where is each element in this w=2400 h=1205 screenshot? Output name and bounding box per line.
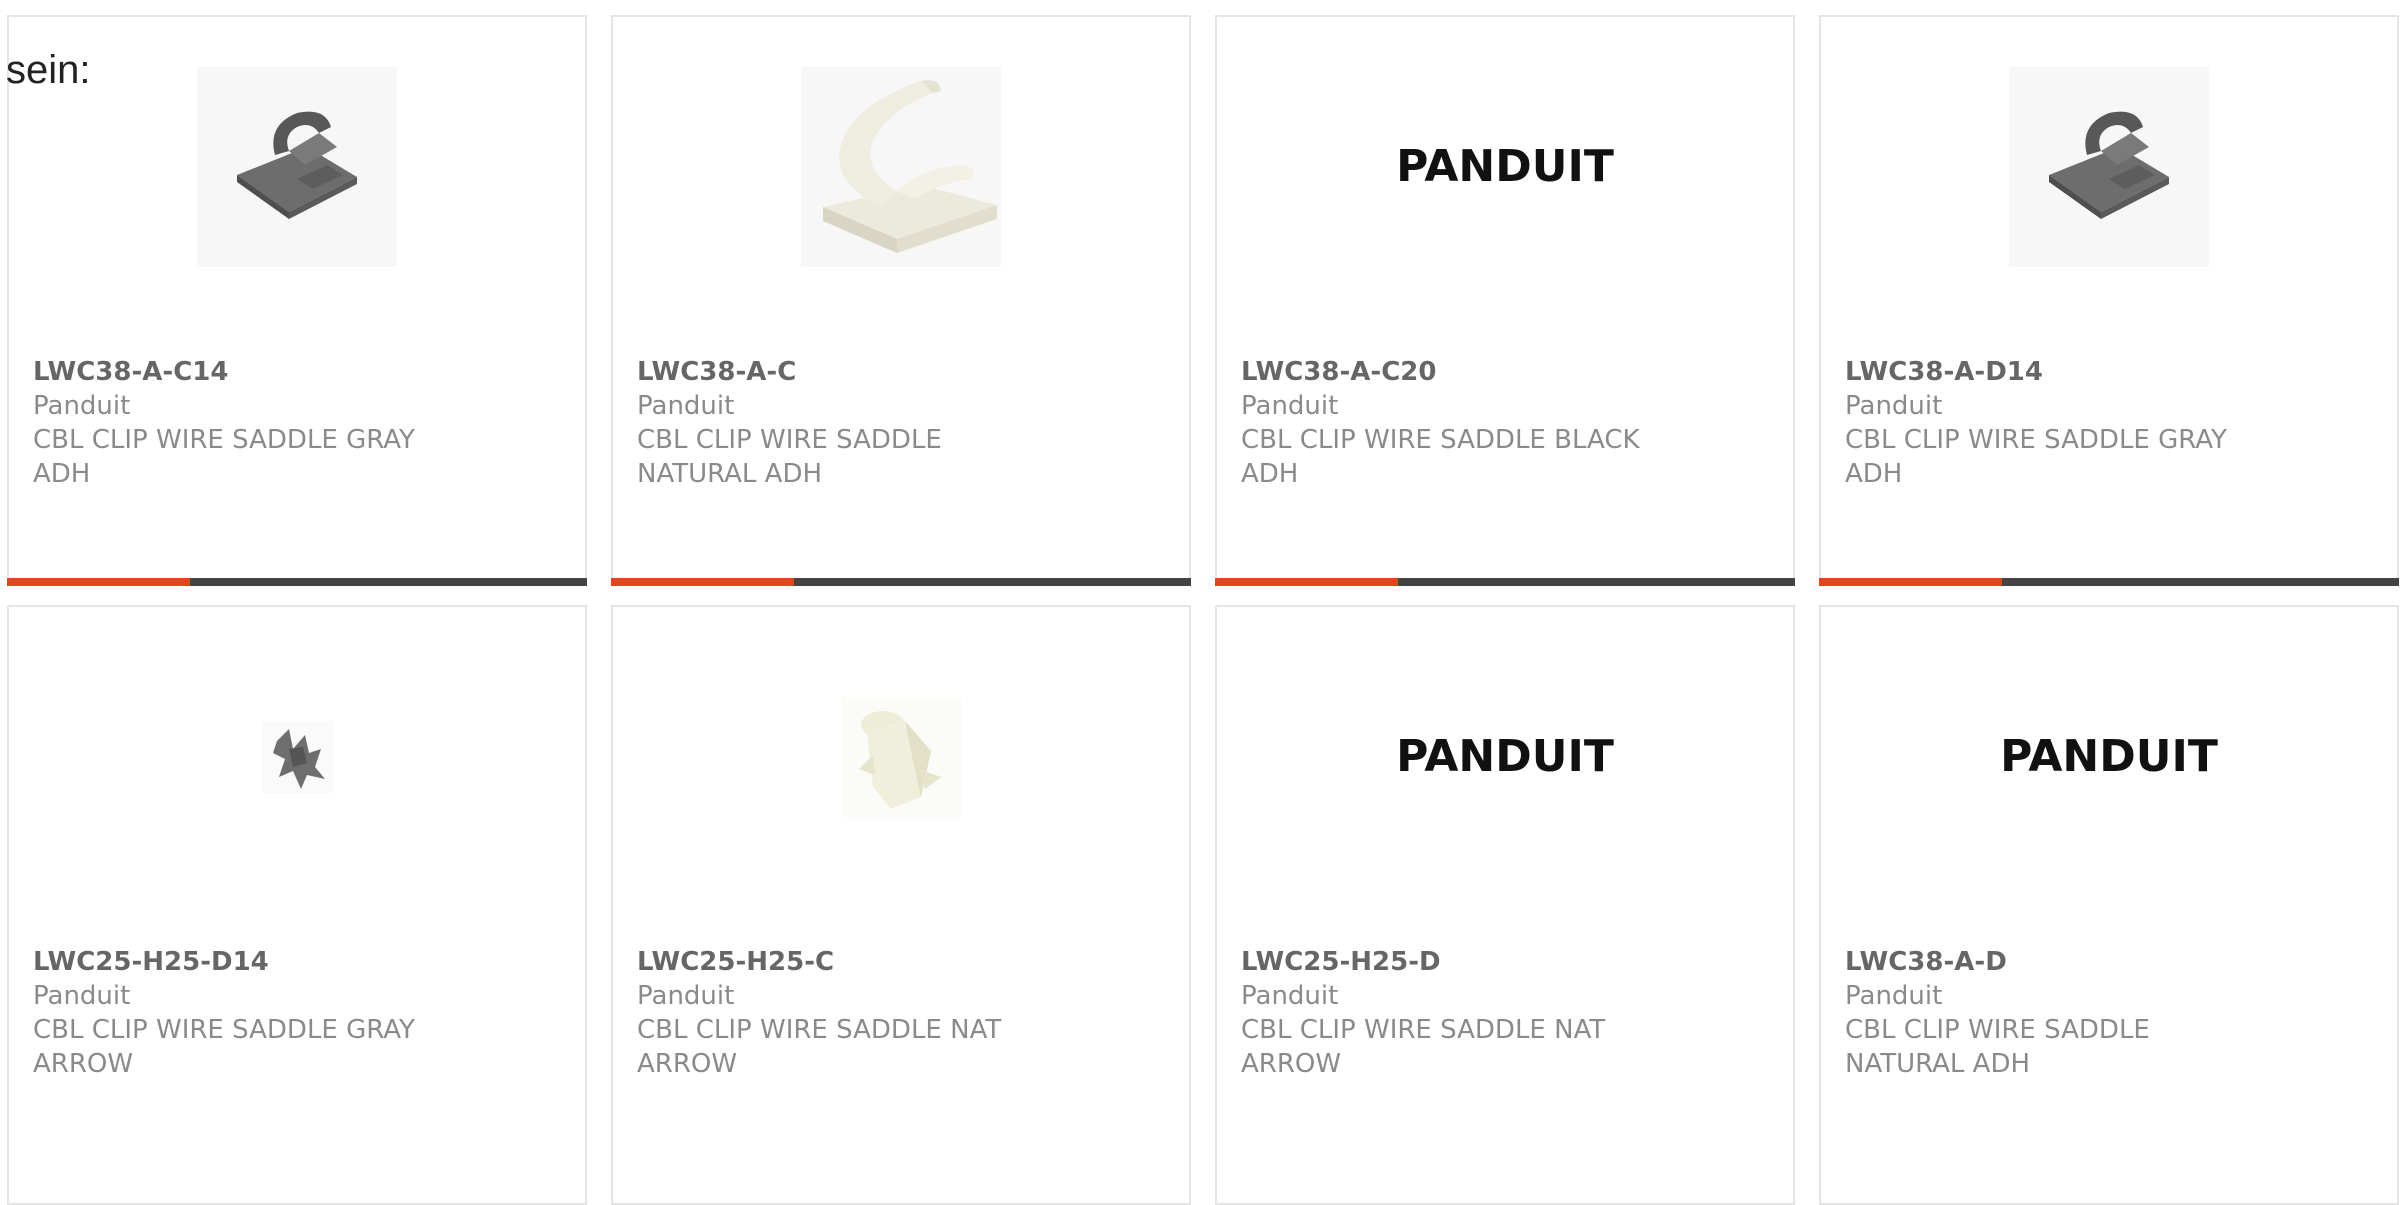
product-info: LWC25-H25-C Panduit CBL CLIP WIRE SADDLE… bbox=[637, 945, 1037, 1081]
product-info: LWC25-H25-D14 Panduit CBL CLIP WIRE SADD… bbox=[33, 945, 433, 1081]
product-image[interactable] bbox=[613, 67, 1189, 267]
part-number[interactable]: LWC38-A-C bbox=[637, 355, 1037, 389]
part-number[interactable]: LWC25-H25-D14 bbox=[33, 945, 433, 979]
product-image[interactable] bbox=[9, 67, 585, 267]
description-line: ARROW bbox=[33, 1049, 134, 1079]
brand-name: Panduit bbox=[637, 981, 735, 1011]
part-number[interactable]: LWC38-A-C20 bbox=[1241, 355, 1641, 389]
product-image[interactable] bbox=[9, 657, 585, 857]
description-line: CBL CLIP WIRE SADDLE GRAY bbox=[33, 425, 415, 455]
progress-bar bbox=[7, 578, 587, 586]
product-card[interactable]: LWC25-H25-D14 Panduit CBL CLIP WIRE SADD… bbox=[7, 605, 587, 1205]
description-line: CBL CLIP WIRE SADDLE NAT bbox=[637, 1015, 1002, 1045]
progress-bar bbox=[611, 578, 1191, 586]
description-line: ARROW bbox=[637, 1049, 738, 1079]
description-line: ARROW bbox=[1241, 1049, 1342, 1079]
natural-adhesive-clip-image bbox=[801, 67, 1001, 267]
product-image[interactable]: PANDUIT bbox=[1217, 67, 1793, 267]
progress-bar-fill bbox=[1215, 578, 1398, 586]
progress-bar-fill bbox=[1819, 578, 2002, 586]
brand-name: Panduit bbox=[1845, 391, 1943, 421]
progress-bar bbox=[1215, 578, 1795, 586]
brand-name: Panduit bbox=[1241, 981, 1339, 1011]
product-info: LWC38-A-C20 Panduit CBL CLIP WIRE SADDLE… bbox=[1241, 355, 1641, 491]
svg-text:PANDUIT: PANDUIT bbox=[1396, 731, 1614, 782]
product-card[interactable]: PANDUIT LWC25-H25-D Panduit CBL CLIP WIR… bbox=[1215, 605, 1795, 1205]
brand-name: Panduit bbox=[33, 981, 131, 1011]
brand-name: Panduit bbox=[1845, 981, 1943, 1011]
gray-arrow-clip-image bbox=[261, 721, 333, 793]
description-line: NATURAL ADH bbox=[1845, 1049, 2031, 1079]
part-number[interactable]: LWC38-A-D bbox=[1845, 945, 2245, 979]
intro-text: sein: bbox=[6, 48, 91, 92]
part-number[interactable]: LWC38-A-C14 bbox=[33, 355, 433, 389]
description-line: CBL CLIP WIRE SADDLE GRAY bbox=[1845, 425, 2227, 455]
panduit-logo: PANDUIT bbox=[1396, 141, 1614, 192]
part-number[interactable]: LWC25-H25-D bbox=[1241, 945, 1641, 979]
description-line: ADH bbox=[33, 459, 91, 489]
description-line: NATURAL ADH bbox=[637, 459, 823, 489]
panduit-logo: PANDUIT bbox=[1396, 731, 1614, 782]
gray-adhesive-clip-image bbox=[197, 67, 397, 267]
natural-arrow-clip-image bbox=[841, 697, 961, 817]
product-image[interactable]: PANDUIT bbox=[1217, 657, 1793, 857]
product-info: LWC38-A-C14 Panduit CBL CLIP WIRE SADDLE… bbox=[33, 355, 433, 491]
brand-name: Panduit bbox=[33, 391, 131, 421]
product-card[interactable]: LWC25-H25-C Panduit CBL CLIP WIRE SADDLE… bbox=[611, 605, 1191, 1205]
product-card[interactable]: PANDUIT LWC38-A-C20 Panduit CBL CLIP WIR… bbox=[1215, 15, 1795, 586]
product-info: LWC38-A-C Panduit CBL CLIP WIRE SADDLE N… bbox=[637, 355, 1037, 491]
product-card[interactable]: PANDUIT LWC38-A-D Panduit CBL CLIP WIRE … bbox=[1819, 605, 2399, 1205]
product-card[interactable]: LWC38-A-C14 Panduit CBL CLIP WIRE SADDLE… bbox=[7, 15, 587, 586]
progress-bar bbox=[1819, 578, 2399, 586]
part-number[interactable]: LWC25-H25-C bbox=[637, 945, 1037, 979]
progress-bar-fill bbox=[611, 578, 794, 586]
gray-adhesive-clip-image bbox=[2009, 67, 2209, 267]
description-line: ADH bbox=[1845, 459, 1903, 489]
svg-text:PANDUIT: PANDUIT bbox=[2000, 731, 2218, 782]
description-line: CBL CLIP WIRE SADDLE bbox=[637, 425, 942, 455]
brand-name: Panduit bbox=[1241, 391, 1339, 421]
product-info: LWC25-H25-D Panduit CBL CLIP WIRE SADDLE… bbox=[1241, 945, 1641, 1081]
product-card[interactable]: LWC38-A-C Panduit CBL CLIP WIRE SADDLE N… bbox=[611, 15, 1191, 586]
svg-text:PANDUIT: PANDUIT bbox=[1396, 141, 1614, 192]
product-info: LWC38-A-D14 Panduit CBL CLIP WIRE SADDLE… bbox=[1845, 355, 2245, 491]
description-line: CBL CLIP WIRE SADDLE BLACK bbox=[1241, 425, 1640, 455]
product-info: LWC38-A-D Panduit CBL CLIP WIRE SADDLE N… bbox=[1845, 945, 2245, 1081]
description-line: CBL CLIP WIRE SADDLE GRAY bbox=[33, 1015, 415, 1045]
part-number[interactable]: LWC38-A-D14 bbox=[1845, 355, 2245, 389]
description-line: ADH bbox=[1241, 459, 1299, 489]
description-line: CBL CLIP WIRE SADDLE NAT bbox=[1241, 1015, 1606, 1045]
product-card[interactable]: LWC38-A-D14 Panduit CBL CLIP WIRE SADDLE… bbox=[1819, 15, 2399, 586]
progress-bar-fill bbox=[7, 578, 190, 586]
panduit-logo: PANDUIT bbox=[2000, 731, 2218, 782]
description-line: CBL CLIP WIRE SADDLE bbox=[1845, 1015, 2150, 1045]
product-image[interactable] bbox=[613, 657, 1189, 857]
product-image[interactable]: PANDUIT bbox=[1821, 657, 2397, 857]
product-image[interactable] bbox=[1821, 67, 2397, 267]
brand-name: Panduit bbox=[637, 391, 735, 421]
